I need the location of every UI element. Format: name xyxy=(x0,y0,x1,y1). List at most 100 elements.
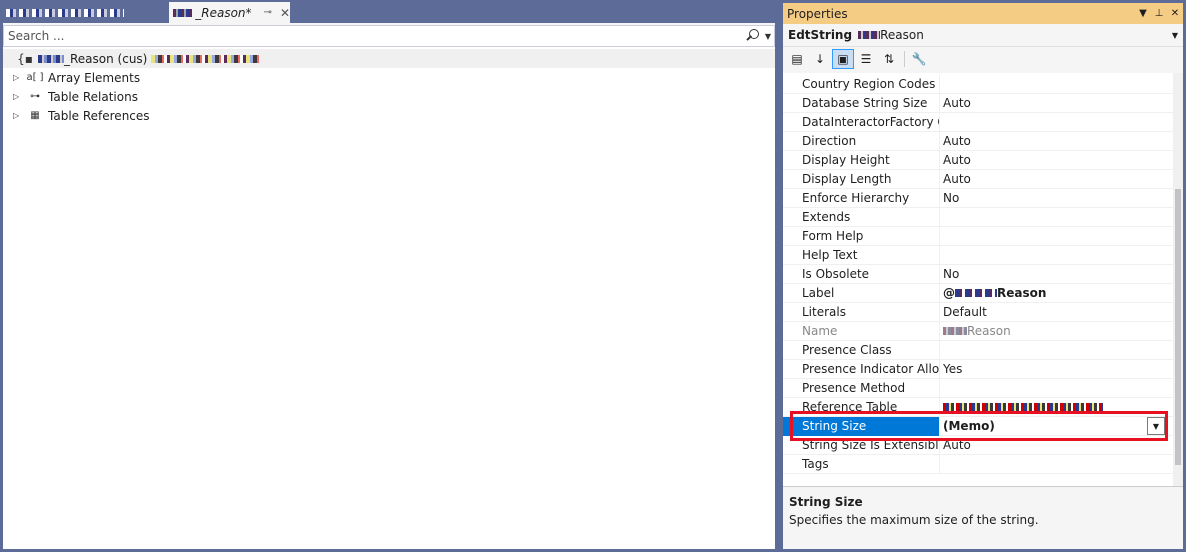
name-text: Reason xyxy=(967,323,1011,338)
property-row[interactable]: Display Length Auto xyxy=(783,169,1173,189)
property-value[interactable]: Yes xyxy=(940,360,1164,379)
property-name: DataInteractorFactory Clas xyxy=(783,112,940,132)
tree-node-label: Table References xyxy=(48,108,150,123)
property-description: String Size Specifies the maximum size o… xyxy=(783,486,1183,549)
chevron-down-icon[interactable]: ▼ xyxy=(1147,417,1165,435)
property-row-string-size[interactable]: String Size (Memo) ▼ xyxy=(783,416,1173,436)
property-row[interactable]: Help Text xyxy=(783,245,1173,265)
property-row[interactable]: Extends xyxy=(783,207,1173,227)
tree-node-table-relations[interactable]: ▷ ⊶ Table Relations xyxy=(3,87,775,106)
property-name: Tags xyxy=(783,454,940,474)
property-value[interactable]: Auto xyxy=(940,132,1164,151)
property-value: Reason xyxy=(940,322,1164,341)
events-icon[interactable]: ☰ xyxy=(855,49,877,69)
property-value[interactable] xyxy=(940,113,1164,132)
tree-node-table-references[interactable]: ▷ ▦ Table References xyxy=(3,106,775,125)
close-icon[interactable]: ✕ xyxy=(1167,8,1183,19)
property-name: Presence Method xyxy=(783,378,940,398)
object-name: Reason xyxy=(880,28,924,42)
property-name: String Size xyxy=(783,416,940,436)
property-row: Name Reason xyxy=(783,321,1173,341)
tab-inactive[interactable] xyxy=(6,2,168,23)
property-value[interactable]: Auto xyxy=(940,94,1164,113)
properties-icon[interactable]: ▣ xyxy=(832,49,854,69)
property-row[interactable]: Database String Size Auto xyxy=(783,93,1173,113)
property-value[interactable] xyxy=(940,246,1164,265)
property-value[interactable]: Auto xyxy=(940,170,1164,189)
property-row[interactable]: Reference Table xyxy=(783,397,1173,417)
property-value[interactable] xyxy=(940,455,1164,474)
property-value[interactable]: Auto xyxy=(940,436,1164,455)
property-row[interactable]: Tags xyxy=(783,454,1173,474)
label-text: Reason xyxy=(997,285,1047,300)
property-row[interactable]: Label @ Reason xyxy=(783,283,1173,303)
element-tree: {▪ _Reason (cus) ▷ a[ ] Array Elements ▷… xyxy=(3,49,775,125)
property-row[interactable]: DataInteractorFactory Clas xyxy=(783,112,1173,132)
redacted-root-suffix xyxy=(151,54,260,63)
property-row[interactable]: Literals Default xyxy=(783,302,1173,322)
property-row[interactable]: Presence Method xyxy=(783,378,1173,398)
sort-icon[interactable]: ⇅ xyxy=(878,49,900,69)
property-name: String Size Is Extensible xyxy=(783,435,940,455)
search-input[interactable] xyxy=(4,27,744,45)
property-row[interactable]: String Size Is Extensible Auto xyxy=(783,435,1173,455)
object-type: EdtString xyxy=(788,28,853,42)
property-value[interactable]: @ Reason xyxy=(940,284,1164,303)
property-row[interactable]: Presence Class xyxy=(783,340,1173,360)
object-selector[interactable]: EdtString Reason ▼ xyxy=(783,24,1183,47)
tree-node-array-elements[interactable]: ▷ a[ ] Array Elements xyxy=(3,68,775,87)
alphabetical-icon[interactable]: ↓ xyxy=(809,49,831,69)
redacted-root-prefix xyxy=(38,54,64,63)
search-box: ▼ xyxy=(3,25,775,47)
property-name: Extends xyxy=(783,207,940,227)
property-row[interactable]: Display Height Auto xyxy=(783,150,1173,170)
scrollbar-thumb[interactable] xyxy=(1175,189,1181,465)
property-value[interactable]: Auto xyxy=(940,151,1164,170)
chevron-down-icon[interactable]: ▼ xyxy=(1167,31,1183,40)
property-row[interactable]: Country Region Codes xyxy=(783,74,1173,94)
property-name: Form Help xyxy=(783,226,940,246)
property-pages-icon[interactable]: 🔧 xyxy=(908,49,930,69)
array-icon: a[ ] xyxy=(26,72,44,83)
property-name: Presence Indicator Allowe xyxy=(783,359,940,379)
property-name: Reference Table xyxy=(783,397,940,417)
property-row[interactable]: Direction Auto xyxy=(783,131,1173,151)
property-value[interactable]: Default xyxy=(940,303,1164,322)
expand-arrow-icon[interactable]: ▷ xyxy=(13,111,27,120)
table-icon: ▦ xyxy=(30,110,40,121)
property-value[interactable] xyxy=(940,227,1164,246)
search-icon[interactable] xyxy=(744,28,760,44)
property-name: Help Text xyxy=(783,245,940,265)
property-row[interactable]: Form Help xyxy=(783,226,1173,246)
property-name: Is Obsolete xyxy=(783,264,940,284)
properties-title: Properties xyxy=(787,6,848,21)
tree-root-node[interactable]: {▪ _Reason (cus) xyxy=(3,49,775,68)
expand-arrow-icon[interactable]: ▷ xyxy=(13,73,27,82)
property-row[interactable]: Enforce Hierarchy No xyxy=(783,188,1173,208)
property-row[interactable]: Presence Indicator AlloweYes xyxy=(783,359,1173,379)
categorized-icon[interactable]: ▤ xyxy=(786,49,808,69)
property-value[interactable]: No xyxy=(940,189,1164,208)
close-icon[interactable]: ✕ xyxy=(280,6,290,20)
property-value[interactable]: (Memo) xyxy=(940,417,1164,436)
property-row[interactable]: Is Obsolete No xyxy=(783,264,1173,284)
expand-arrow-icon[interactable]: ▷ xyxy=(13,92,27,101)
pin-icon[interactable]: ⊸ xyxy=(264,7,272,18)
property-value[interactable] xyxy=(940,398,1164,417)
pin-icon[interactable]: ⊥ xyxy=(1151,8,1167,19)
property-value[interactable] xyxy=(940,341,1164,360)
property-name: Presence Class xyxy=(783,340,940,360)
redacted-tab-prefix xyxy=(173,8,193,17)
property-value[interactable]: No xyxy=(940,265,1164,284)
tab-active-label: _Reason* xyxy=(195,5,252,20)
property-name: Display Length xyxy=(783,169,940,189)
property-value[interactable] xyxy=(940,208,1164,227)
tab-active[interactable]: _Reason* ⊸ ✕ xyxy=(169,2,290,23)
property-name: Name xyxy=(783,321,940,341)
property-value[interactable] xyxy=(940,75,1164,94)
window-menu-icon[interactable]: ▼ xyxy=(1135,8,1151,19)
document-body: ▼ {▪ _Reason (cus) ▷ a[ ] Array Elements… xyxy=(3,23,775,549)
chevron-down-icon[interactable]: ▼ xyxy=(762,32,774,41)
property-value[interactable] xyxy=(940,379,1164,398)
tree-node-label: Array Elements xyxy=(48,70,141,85)
